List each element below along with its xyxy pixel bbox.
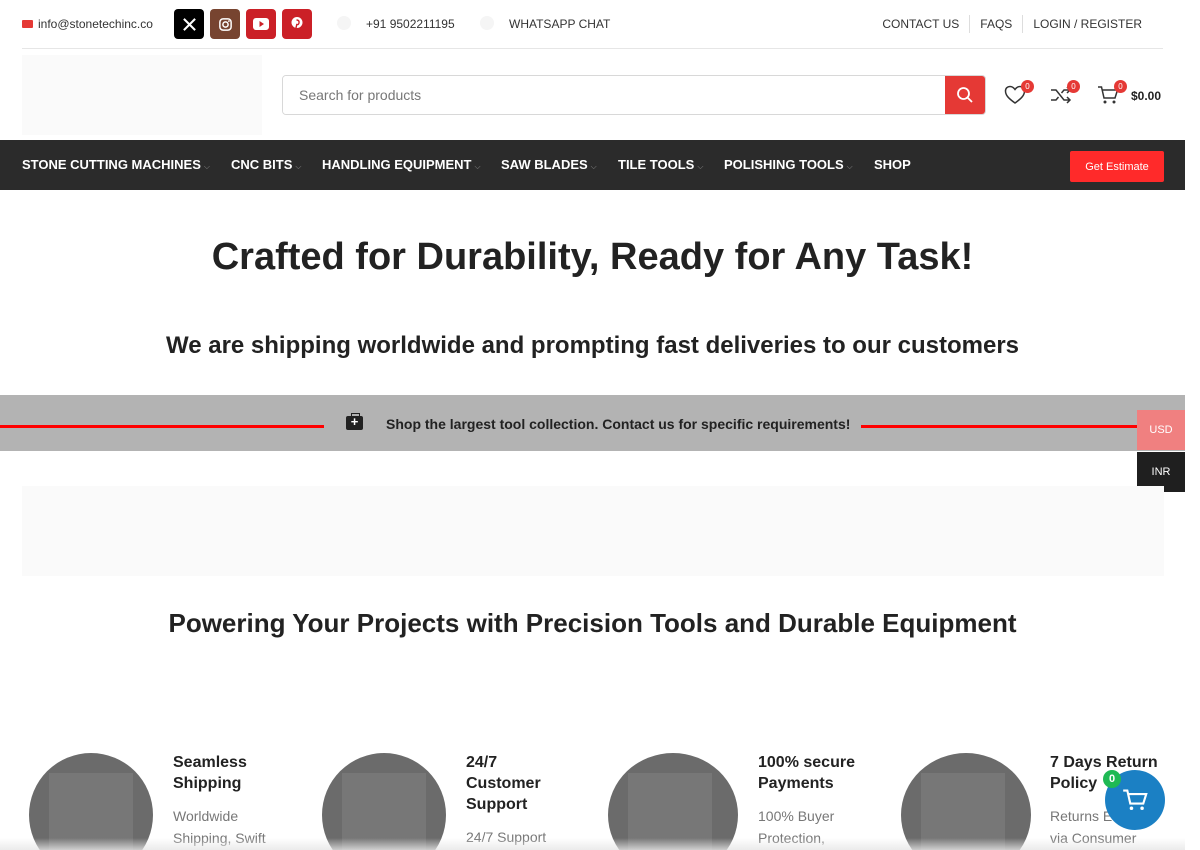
feature-title-line: 100% secure bbox=[758, 754, 855, 771]
cart-total[interactable]: $0.00 bbox=[1131, 89, 1161, 103]
whatsapp-link[interactable]: WHATSAPP CHAT bbox=[509, 17, 610, 31]
compare-button[interactable]: 0 bbox=[1050, 80, 1080, 107]
x-icon[interactable] bbox=[174, 9, 204, 39]
search-button[interactable] bbox=[945, 76, 985, 114]
chevron-down-icon: ⌵ bbox=[474, 162, 481, 171]
promo-text: Shop the largest tool collection. Contac… bbox=[386, 416, 851, 432]
top-bar: info@stonetechinc.co +91 9502211195 WHAT… bbox=[0, 0, 1185, 49]
contact-us-link[interactable]: CONTACT US bbox=[872, 10, 969, 38]
chevron-down-icon: ⌵ bbox=[295, 162, 302, 171]
nav-item-saw-blades[interactable]: SAW BLADES ⌵ bbox=[501, 157, 597, 172]
chevron-down-icon: ⌵ bbox=[590, 162, 597, 171]
feature-title-line: Customer bbox=[466, 775, 541, 792]
feature-title-line: Payments bbox=[758, 775, 834, 792]
compare-count-badge: 0 bbox=[1067, 80, 1080, 93]
floating-cart-button[interactable]: 0 bbox=[1103, 770, 1165, 830]
promo-strip: Shop the largest tool collection. Contac… bbox=[0, 395, 1185, 451]
nav-item-handling-equipment[interactable]: HANDLING EQUIPMENT ⌵ bbox=[322, 157, 481, 172]
nav-item-stone-cutting-machines[interactable]: STONE CUTTING MACHINES ⌵ bbox=[22, 157, 210, 172]
wishlist-button[interactable]: 0 bbox=[1004, 80, 1034, 107]
feature-desc-line: 100% Buyer bbox=[758, 808, 835, 824]
feature-image bbox=[322, 753, 446, 850]
hero-subtitle: We are shipping worldwide and prompting … bbox=[165, 332, 1020, 359]
divider bbox=[0, 425, 324, 428]
feature-title-line: 24/7 bbox=[466, 754, 498, 771]
feature-title: 24/7 Customer Support bbox=[466, 752, 541, 815]
chevron-down-icon: ⌵ bbox=[203, 162, 210, 171]
email-link[interactable]: info@stonetechinc.co bbox=[22, 17, 153, 31]
feature-title: 100% secure Payments bbox=[758, 752, 855, 794]
hero-title: Crafted for Durability, Ready for Any Ta… bbox=[211, 236, 974, 278]
nav-item-label: STONE CUTTING MACHINES bbox=[22, 157, 201, 172]
get-estimate-button[interactable]: Get Estimate bbox=[1070, 151, 1164, 182]
section-title: Powering Your Projects with Precision To… bbox=[168, 608, 1017, 638]
main-nav: STONE CUTTING MACHINES ⌵ CNC BITS ⌵ HANDLI… bbox=[0, 140, 1185, 190]
search-bar bbox=[282, 75, 986, 115]
feature-image bbox=[608, 753, 738, 850]
nav-item-label: SAW BLADES bbox=[501, 157, 588, 172]
nav-item-shop[interactable]: SHOP bbox=[874, 157, 911, 172]
login-register-link[interactable]: LOGIN / REGISTER bbox=[1023, 10, 1152, 38]
wishlist-count-badge: 0 bbox=[1021, 80, 1034, 93]
logo[interactable] bbox=[22, 55, 262, 135]
cart-icon bbox=[1123, 789, 1148, 811]
email-text: info@stonetechinc.co bbox=[38, 17, 153, 31]
banner-image bbox=[22, 486, 1164, 576]
nav-item-label: POLISHING TOOLS bbox=[724, 157, 844, 172]
nav-item-label: SHOP bbox=[874, 157, 911, 172]
top-links: CONTACT US FAQS LOGIN / REGISTER bbox=[872, 10, 1152, 38]
nav-item-polishing-tools[interactable]: POLISHING TOOLS ⌵ bbox=[724, 157, 853, 172]
whatsapp-icon bbox=[480, 16, 494, 30]
feature-title-line: Shipping bbox=[173, 775, 242, 792]
nav-item-label: HANDLING EQUIPMENT bbox=[322, 157, 472, 172]
feature-image bbox=[901, 753, 1031, 850]
search-input[interactable] bbox=[283, 76, 947, 114]
faqs-link[interactable]: FAQS bbox=[970, 10, 1022, 38]
phone-link[interactable]: +91 9502211195 bbox=[366, 17, 455, 31]
nav-item-tile-tools[interactable]: TILE TOOLS ⌵ bbox=[618, 157, 703, 172]
phone-icon bbox=[337, 16, 351, 30]
divider bbox=[861, 425, 1137, 428]
feature-title: Seamless Shipping bbox=[173, 752, 247, 794]
floating-cart-count-badge: 0 bbox=[1103, 770, 1121, 788]
nav-item-cnc-bits[interactable]: CNC BITS ⌵ bbox=[231, 157, 301, 172]
cart-count-badge: 0 bbox=[1114, 80, 1127, 93]
chevron-down-icon: ⌵ bbox=[846, 162, 853, 171]
toolbox-icon bbox=[346, 413, 363, 430]
feature-title-line: Seamless bbox=[173, 754, 247, 771]
feature-title-line: Support bbox=[466, 796, 528, 813]
chevron-down-icon: ⌵ bbox=[697, 162, 704, 171]
instagram-icon[interactable] bbox=[210, 9, 240, 39]
divider bbox=[22, 48, 1163, 49]
cart-button[interactable]: 0 bbox=[1097, 80, 1127, 107]
nav-item-label: CNC BITS bbox=[231, 157, 293, 172]
currency-usd[interactable]: USD bbox=[1137, 410, 1185, 450]
envelope-icon bbox=[22, 20, 33, 28]
feature-desc-line: Worldwide bbox=[173, 808, 239, 824]
feature-image bbox=[29, 753, 153, 850]
nav-item-label: TILE TOOLS bbox=[618, 157, 695, 172]
youtube-icon[interactable] bbox=[246, 9, 276, 39]
search-icon bbox=[957, 87, 973, 103]
bottom-fade bbox=[0, 838, 1185, 850]
pinterest-icon[interactable] bbox=[282, 9, 312, 39]
